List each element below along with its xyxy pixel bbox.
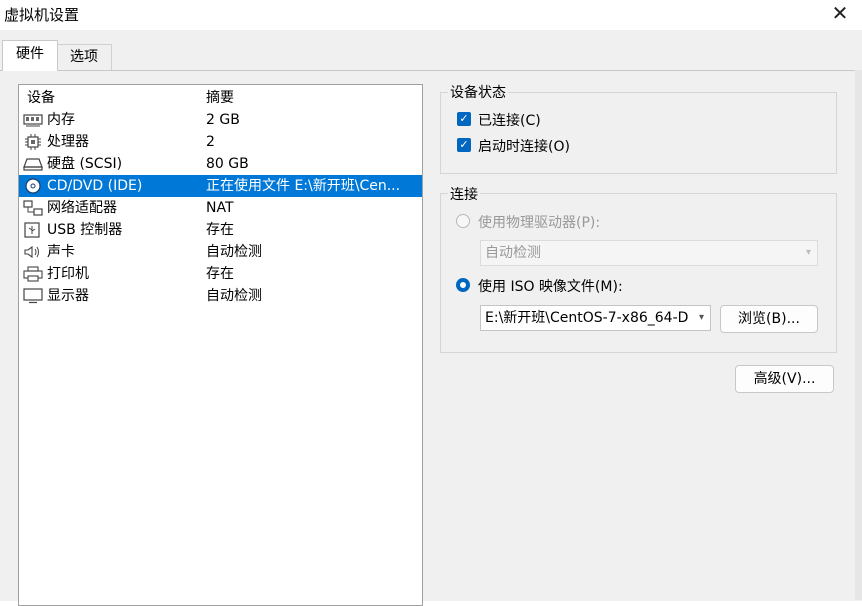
device-name: 显示器 xyxy=(47,288,89,304)
connected-checkbox[interactable]: ✓ xyxy=(457,112,471,126)
device-summary: 自动检测 xyxy=(206,288,262,304)
tab-bar xyxy=(0,30,862,70)
device-name: 硬盘 (SCSI) xyxy=(47,156,123,172)
close-button[interactable]: ✕ xyxy=(826,0,854,28)
cd-dvd-icon xyxy=(23,178,43,194)
device-summary: 2 GB xyxy=(206,112,240,128)
hard-disk-icon xyxy=(23,156,43,172)
device-row-display[interactable]: 显示器 自动检测 xyxy=(19,285,422,307)
column-header-device: 设备 xyxy=(27,90,55,106)
device-name: 网络适配器 xyxy=(47,200,117,216)
device-row-hard-disk[interactable]: 硬盘 (SCSI) 80 GB xyxy=(19,153,422,175)
device-name: USB 控制器 xyxy=(47,222,123,238)
physical-drive-value: 自动检测 xyxy=(485,245,541,261)
device-summary: 存在 xyxy=(206,222,234,238)
device-summary: 2 xyxy=(206,134,215,150)
browse-button[interactable]: 浏览(B)... xyxy=(720,305,818,333)
device-row-usb[interactable]: USB 控制器 存在 xyxy=(19,219,422,241)
device-status-group xyxy=(440,92,837,174)
device-list[interactable]: 设备 摘要 内存 2 GB 处理器 2 硬盘 (SCSI) 80 GB CD/D… xyxy=(18,84,423,606)
usb-icon xyxy=(23,222,43,238)
device-row-cd-dvd[interactable]: CD/DVD (IDE) 正在使用文件 E:\新开班\Cen... xyxy=(19,175,422,197)
connect-at-power-on-label[interactable]: 启动时连接(O) xyxy=(478,136,570,156)
column-header-summary: 摘要 xyxy=(206,90,234,106)
device-summary: 正在使用文件 E:\新开班\Cen... xyxy=(206,178,401,194)
device-row-processor[interactable]: 处理器 2 xyxy=(19,131,422,153)
processor-icon xyxy=(23,134,43,150)
device-summary: NAT xyxy=(206,200,234,216)
memory-icon xyxy=(23,112,43,128)
title-bar: 虚拟机设置 ✕ xyxy=(0,0,862,30)
edge-strip xyxy=(855,70,862,600)
device-row-printer[interactable]: 打印机 存在 xyxy=(19,263,422,285)
device-status-label: 设备状态 xyxy=(448,82,508,102)
physical-drive-select[interactable]: 自动检测 ▾ xyxy=(480,240,818,266)
iso-path-value: E:\新开班\CentOS-7-x86_64-D xyxy=(485,310,689,326)
physical-drive-radio[interactable] xyxy=(456,214,470,228)
network-adapter-icon xyxy=(23,200,43,216)
device-name: CD/DVD (IDE) xyxy=(47,178,143,194)
device-name: 内存 xyxy=(47,112,75,128)
device-summary: 80 GB xyxy=(206,156,249,172)
advanced-button[interactable]: 高级(V)... xyxy=(735,365,834,393)
device-name: 处理器 xyxy=(47,134,89,150)
tab-options[interactable]: 选项 xyxy=(56,44,112,70)
device-row-network-adapter[interactable]: 网络适配器 NAT xyxy=(19,197,422,219)
physical-drive-label[interactable]: 使用物理驱动器(P): xyxy=(478,212,600,232)
printer-icon xyxy=(23,266,43,282)
tab-hardware[interactable]: 硬件 xyxy=(2,40,58,71)
window-title: 虚拟机设置 xyxy=(4,6,80,24)
connection-label: 连接 xyxy=(448,184,480,204)
device-name: 打印机 xyxy=(47,266,89,282)
iso-image-label[interactable]: 使用 ISO 映像文件(M): xyxy=(478,276,623,296)
chevron-down-icon: ▾ xyxy=(805,247,811,258)
device-summary: 自动检测 xyxy=(206,244,262,260)
connect-at-power-on-checkbox[interactable]: ✓ xyxy=(457,138,471,152)
device-summary: 存在 xyxy=(206,266,234,282)
sound-icon xyxy=(23,244,43,260)
iso-path-input[interactable]: E:\新开班\CentOS-7-x86_64-D ▾ xyxy=(480,305,711,331)
iso-image-radio[interactable] xyxy=(456,278,470,292)
connected-label[interactable]: 已连接(C) xyxy=(478,110,541,130)
device-row-sound[interactable]: 声卡 自动检测 xyxy=(19,241,422,263)
display-icon xyxy=(23,288,43,304)
chevron-down-icon: ▾ xyxy=(698,312,704,323)
device-row-memory[interactable]: 内存 2 GB xyxy=(19,109,422,131)
device-name: 声卡 xyxy=(47,244,75,260)
